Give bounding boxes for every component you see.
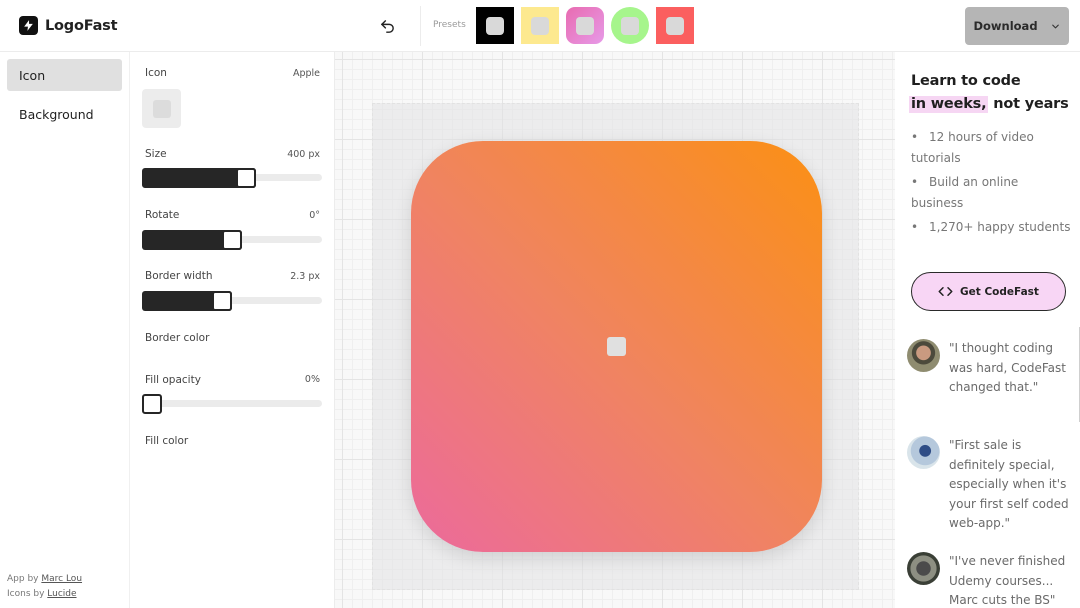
sidebar-item-icon[interactable]: Icon (7, 59, 122, 91)
fill-opacity-slider[interactable] (142, 394, 322, 414)
rotate-slider[interactable] (142, 230, 322, 250)
chevron-down-icon (1051, 24, 1059, 28)
author-link[interactable]: Marc Lou (41, 574, 82, 584)
rotate-label: Rotate (145, 209, 180, 221)
border-width-label: Border width (145, 270, 213, 282)
get-codefast-button[interactable]: Get CodeFast (911, 272, 1066, 311)
artboard (372, 103, 859, 590)
canvas (335, 52, 895, 608)
preset-icon (621, 16, 639, 35)
credits: App by Marc Lou Icons by Lucide (7, 572, 82, 602)
preset-red-square[interactable] (656, 7, 694, 44)
promo-bullets: • 12 hours of video tutorials • Build an o… (911, 127, 1071, 241)
avatar (907, 552, 940, 585)
sidebar-item-label: Background (19, 106, 94, 122)
promo-title-rest: not years (993, 96, 1069, 112)
avatar (907, 436, 940, 469)
rotate-value: 0° (309, 210, 320, 221)
promo-title-highlight: in weeks, (909, 96, 989, 113)
size-value: 400 px (287, 149, 320, 160)
preset-icon (531, 16, 549, 35)
app-name: LogoFast (45, 17, 118, 34)
code-icon (938, 287, 953, 296)
border-width-slider[interactable] (142, 291, 322, 311)
bullet-text: 12 hours of video tutorials (911, 130, 1034, 165)
preset-icon (576, 16, 594, 35)
preset-pink-rounded[interactable] (566, 7, 604, 44)
selected-icon (152, 99, 171, 118)
slider-thumb[interactable] (142, 394, 162, 414)
promo-title-line1: Learn to code (911, 73, 1021, 89)
preset-icon (486, 16, 504, 35)
icon-label: Icon (145, 67, 167, 79)
cta-label: Get CodeFast (960, 285, 1039, 298)
icons-by-text: Icons by (7, 589, 45, 599)
undo-icon (380, 19, 394, 33)
slider-thumb[interactable] (212, 291, 233, 311)
preset-black-square[interactable] (476, 7, 514, 44)
testimonial-quote: "First sale is definitely special, espec… (949, 438, 1069, 530)
logo-preview-icon (607, 337, 626, 356)
bullet-text: 1,270+ happy students (929, 220, 1071, 234)
list-item: • 12 hours of video tutorials (911, 130, 1034, 165)
app-by-text: App by (7, 574, 39, 584)
border-color-label: Border color (145, 332, 210, 344)
testimonial-quote: "I thought coding was hard, CodeFast cha… (949, 341, 1066, 394)
avatar (907, 339, 940, 372)
list-item: • Build an online business (911, 175, 1019, 210)
brand[interactable]: LogoFast (19, 16, 118, 35)
promo-title: Learn to code in weeks, not years (909, 70, 1069, 116)
testimonial: "First sale is definitely special, espec… (907, 436, 1077, 534)
list-item: • 1,270+ happy students (911, 220, 1071, 234)
fill-opacity-value: 0% (304, 374, 320, 385)
preset-yellow-square[interactable] (521, 7, 559, 44)
promo-panel: Learn to code in weeks, not years • 12 ho… (895, 52, 1080, 608)
sidebar-item-label: Icon (19, 67, 46, 83)
logo-preview (411, 141, 822, 552)
border-width-value: 2.3 px (290, 271, 320, 282)
top-bar: LogoFast Presets Download (0, 0, 1080, 52)
sidebar-nav: Icon Background App by Marc Lou Icons by… (0, 52, 130, 608)
undo-button[interactable] (376, 15, 398, 37)
download-button[interactable]: Download (965, 7, 1069, 45)
icon-value: Apple (292, 68, 320, 79)
icon-picker-button[interactable] (142, 89, 181, 128)
preset-green-circle[interactable] (611, 7, 649, 44)
testimonial: "I've never finished Udemy courses... Ma… (907, 552, 1077, 608)
presets-label: Presets (433, 20, 466, 30)
testimonial-quote: "I've never finished Udemy courses... Ma… (949, 554, 1066, 607)
size-label: Size (145, 148, 167, 160)
size-slider[interactable] (142, 168, 322, 188)
download-label: Download (973, 19, 1038, 33)
preset-icon (666, 16, 684, 35)
icon-controls-panel: Icon Apple Size 400 px Rotate 0° Border … (130, 52, 335, 608)
icons-source-link[interactable]: Lucide (47, 589, 76, 599)
sidebar-item-background[interactable]: Background (7, 98, 122, 130)
slider-track (142, 400, 322, 407)
fill-color-label: Fill color (145, 435, 189, 447)
slider-thumb[interactable] (222, 230, 242, 250)
header-divider (420, 6, 421, 46)
testimonial: "I thought coding was hard, CodeFast cha… (907, 339, 1077, 398)
slider-thumb[interactable] (236, 168, 257, 188)
lightning-logo-icon (19, 16, 38, 35)
fill-opacity-label: Fill opacity (145, 374, 201, 386)
